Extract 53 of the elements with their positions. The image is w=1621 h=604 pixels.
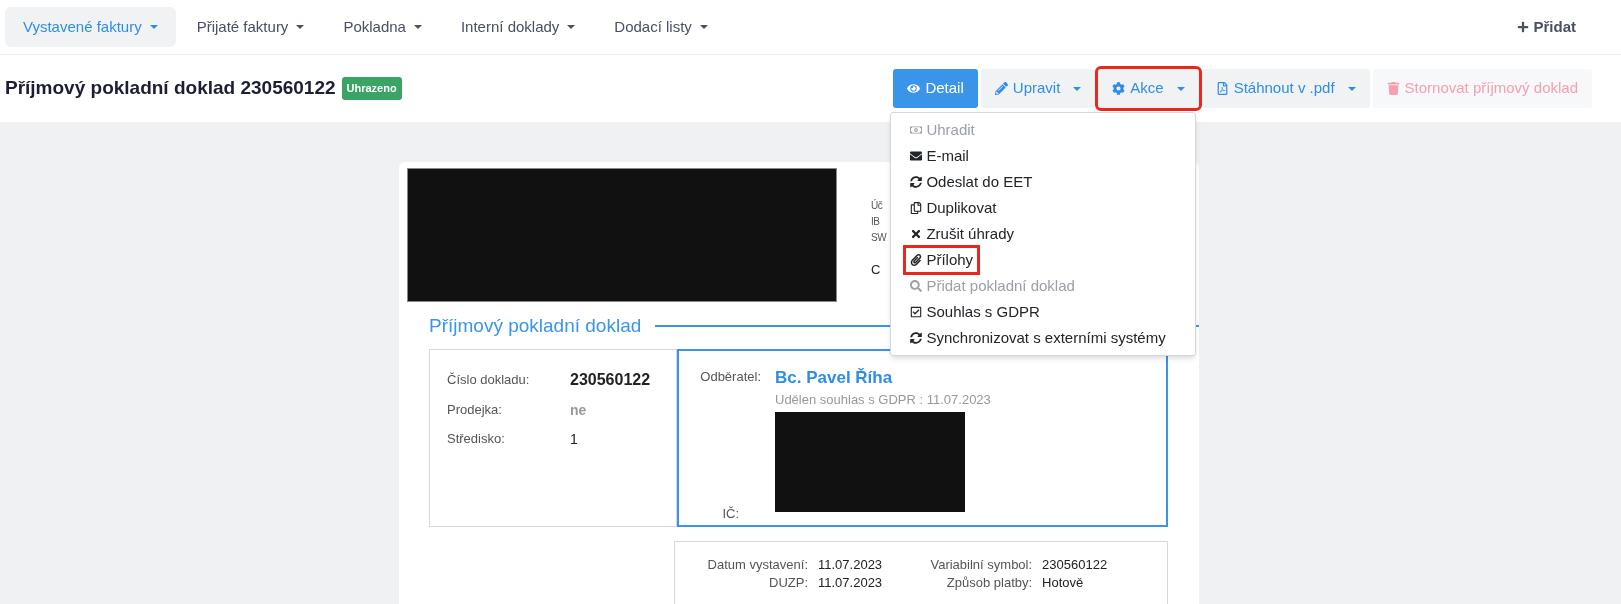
field-value: Hotově [1042, 573, 1085, 592]
nav-tab[interactable]: Interní doklady [442, 7, 594, 47]
section-title: Příjmový pokladní doklad [429, 314, 642, 338]
caret-icon [296, 25, 305, 29]
field-label: Středisko: [447, 430, 506, 449]
caret-icon [699, 25, 708, 29]
nav-tab[interactable]: Pokladna [325, 7, 440, 47]
caret-icon [149, 25, 158, 29]
envelope-icon [910, 150, 923, 162]
field-value: ne [570, 400, 587, 420]
partial-text: C [871, 262, 881, 278]
close-icon [910, 228, 923, 240]
caret-icon [1347, 86, 1356, 91]
field-label: IČ: [722, 505, 739, 523]
field-label: DUZP: [768, 573, 808, 592]
field-value: 230560122 [1042, 555, 1108, 574]
trash-icon [1386, 82, 1400, 95]
caret-icon [413, 25, 422, 29]
search-icon [910, 280, 923, 292]
field-label: Variabilní symbol: [929, 555, 1033, 574]
caret-icon [1176, 86, 1185, 91]
eye-icon [907, 82, 921, 95]
gear-icon [1112, 82, 1126, 95]
nav-tab[interactable]: Dodací listy [596, 7, 726, 47]
nav-tab[interactable]: Přijaté faktury [178, 7, 323, 47]
caret-icon [1073, 86, 1082, 91]
refresh-icon [910, 176, 923, 188]
field-label: Datum vystavení: [706, 555, 808, 574]
field-value: 11.07.2023 [818, 555, 883, 574]
partial-text: IB [871, 215, 881, 229]
field-label: Odběratel: [700, 367, 761, 386]
add-button[interactable]: Přidat [1517, 15, 1576, 39]
field-label: Prodejka: [447, 401, 503, 420]
caret-icon [567, 25, 576, 29]
copy-icon [910, 202, 923, 214]
field-value: 230560122 [570, 369, 651, 390]
status-badge: Uhrazeno [341, 77, 402, 100]
plus-icon [1517, 21, 1530, 33]
field-label: Číslo dokladu: [447, 370, 531, 389]
field-value: 11.07.2023 [818, 573, 883, 592]
pencil-icon [994, 82, 1008, 95]
paperclip-icon [910, 254, 923, 266]
page-title: Příjmový pokladní doklad 230560122 [5, 76, 336, 101]
refresh-icon [910, 332, 923, 344]
partial-text: Úč [871, 198, 884, 213]
pdf-file-icon [1215, 82, 1229, 95]
gdpr-note: Udělen souhlas s GDPR : 11.07.2023 [775, 391, 991, 409]
menu-item[interactable]: Přílohy [903, 244, 981, 276]
banknote-icon [910, 124, 923, 136]
partial-text: SW [871, 231, 887, 245]
field-label: Způsob platby: [945, 573, 1033, 592]
field-value: 1 [570, 429, 578, 449]
checkbox-icon [910, 306, 923, 318]
